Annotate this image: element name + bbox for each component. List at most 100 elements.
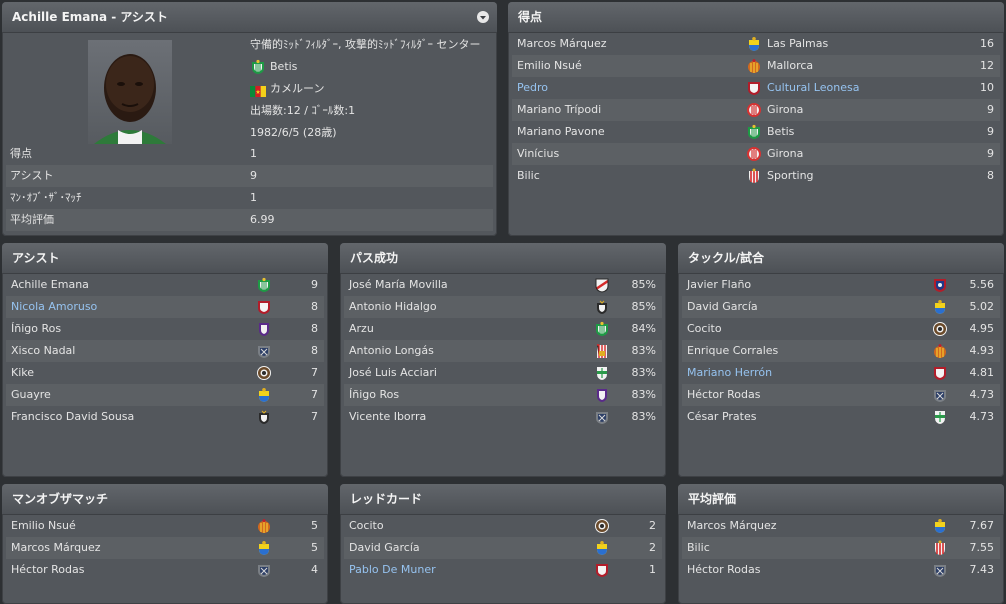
club-crest-icon[interactable] [594,518,610,534]
table-row[interactable]: Mariano Herrón 4.81 [682,362,1000,384]
table-row[interactable]: Mariano Pavone Betis 9 [512,121,1000,143]
player-name[interactable]: Xisco Nadal [11,340,75,362]
player-name[interactable]: Arzu [349,318,374,340]
player-name[interactable]: Marcos Márquez [517,33,607,55]
player-name[interactable]: Kike [11,362,34,384]
player-name[interactable]: Marcos Márquez [687,515,777,537]
player-name[interactable]: David García [349,537,420,559]
table-row[interactable]: Cocito 4.95 [682,318,1000,340]
club-name[interactable]: Sporting [767,165,814,187]
player-name[interactable]: Guayre [11,384,51,406]
table-row[interactable]: Marcos Márquez 5 [6,537,324,559]
player-name[interactable]: Íñigo Ros [11,318,61,340]
player-name[interactable]: Antonio Hidalgo [349,296,437,318]
player-name[interactable]: Nicola Amoruso [11,296,97,318]
table-row[interactable]: Vinícius Girona 9 [512,143,1000,165]
table-row[interactable]: Emilio Nsué 5 [6,515,324,537]
player-name[interactable]: Vinícius [517,143,559,165]
player-name[interactable]: José Luis Acciari [349,362,437,384]
player-name[interactable]: Marcos Márquez [11,537,101,559]
club-crest-icon[interactable] [932,321,948,337]
club-crest-icon[interactable] [746,102,762,118]
club-crest-icon[interactable] [256,540,272,556]
player-name[interactable]: Emilio Nsué [11,515,76,537]
club-name[interactable]: Mallorca [767,55,813,77]
club-crest-icon[interactable] [594,540,610,556]
player-name[interactable]: Cocito [687,318,722,340]
table-row[interactable]: Guayre 7 [6,384,324,406]
player-name[interactable]: Pedro [517,77,548,99]
club-name[interactable]: Betis [767,121,794,143]
table-row[interactable]: Antonio Hidalgo 85% [344,296,662,318]
club-crest-icon[interactable] [256,299,272,315]
club-crest-icon[interactable] [594,343,610,359]
player-name[interactable]: Antonio Longás [349,340,434,362]
club-crest-icon[interactable] [932,343,948,359]
table-row[interactable]: Marcos Márquez 7.67 [682,515,1000,537]
club-crest-icon[interactable] [746,146,762,162]
club-crest-icon[interactable] [932,540,948,556]
player-name[interactable]: Héctor Rodas [687,559,760,581]
player-name[interactable]: Javier Flaño [687,274,751,296]
player-name[interactable]: Francisco David Sousa [11,406,134,428]
table-row[interactable]: Bilic Sporting 8 [512,165,1000,187]
player-name[interactable]: César Prates [687,406,756,428]
table-row[interactable]: Íñigo Ros 8 [6,318,324,340]
club-name[interactable]: Girona [767,99,803,121]
club-crest-icon[interactable] [932,277,948,293]
player-name[interactable]: Héctor Rodas [687,384,760,406]
table-row[interactable]: Emilio Nsué Mallorca 12 [512,55,1000,77]
table-row[interactable]: Achille Emana 9 [6,274,324,296]
club-crest-icon[interactable] [594,321,610,337]
table-row[interactable]: Nicola Amoruso 8 [6,296,324,318]
player-name[interactable]: José María Movilla [349,274,448,296]
club-crest-icon[interactable] [594,562,610,578]
player-club[interactable]: Betis [250,57,297,77]
player-name[interactable]: Pablo De Muner [349,559,436,581]
club-crest-icon[interactable] [594,387,610,403]
club-crest-icon[interactable] [256,343,272,359]
player-name[interactable]: Íñigo Ros [349,384,399,406]
table-row[interactable]: Cocito 2 [344,515,662,537]
club-crest-icon[interactable] [594,409,610,425]
table-row[interactable]: Íñigo Ros 83% [344,384,662,406]
club-crest-icon[interactable] [746,168,762,184]
club-crest-icon[interactable] [932,518,948,534]
club-crest-icon[interactable] [932,387,948,403]
table-row[interactable]: César Prates 4.73 [682,406,1000,428]
table-row[interactable]: Xisco Nadal 8 [6,340,324,362]
club-crest-icon[interactable] [932,409,948,425]
club-crest-icon[interactable] [746,58,762,74]
club-crest-icon[interactable] [932,299,948,315]
club-crest-icon[interactable] [256,321,272,337]
club-name[interactable]: Girona [767,143,803,165]
club-crest-icon[interactable] [746,124,762,140]
club-crest-icon[interactable] [256,365,272,381]
player-name[interactable]: Vicente Iborra [349,406,426,428]
dropdown-arrow-icon[interactable] [477,11,489,23]
table-row[interactable]: Francisco David Sousa 7 [6,406,324,428]
player-name[interactable]: Mariano Herrón [687,362,772,384]
club-name[interactable]: Cultural Leonesa [767,77,859,99]
club-crest-icon[interactable] [932,365,948,381]
table-row[interactable]: Javier Flaño 5.56 [682,274,1000,296]
table-row[interactable]: José Luis Acciari 83% [344,362,662,384]
table-row[interactable]: Arzu 84% [344,318,662,340]
table-row[interactable]: Héctor Rodas 7.43 [682,559,1000,581]
table-row[interactable]: Héctor Rodas 4.73 [682,384,1000,406]
table-row[interactable]: Pablo De Muner 1 [344,559,662,581]
club-crest-icon[interactable] [594,277,610,293]
club-crest-icon[interactable] [256,277,272,293]
club-crest-icon[interactable] [256,562,272,578]
table-row[interactable]: Bilic 7.55 [682,537,1000,559]
club-crest-icon[interactable] [256,518,272,534]
club-crest-icon[interactable] [256,387,272,403]
table-row[interactable]: Mariano Trípodi Girona 9 [512,99,1000,121]
table-row[interactable]: Enrique Corrales 4.93 [682,340,1000,362]
player-name[interactable]: Enrique Corrales [687,340,778,362]
club-crest-icon[interactable] [746,80,762,96]
player-name[interactable]: Cocito [349,515,384,537]
player-name[interactable]: Bilic [517,165,540,187]
table-row[interactable]: Marcos Márquez Las Palmas 16 [512,33,1000,55]
club-crest-icon[interactable] [932,562,948,578]
